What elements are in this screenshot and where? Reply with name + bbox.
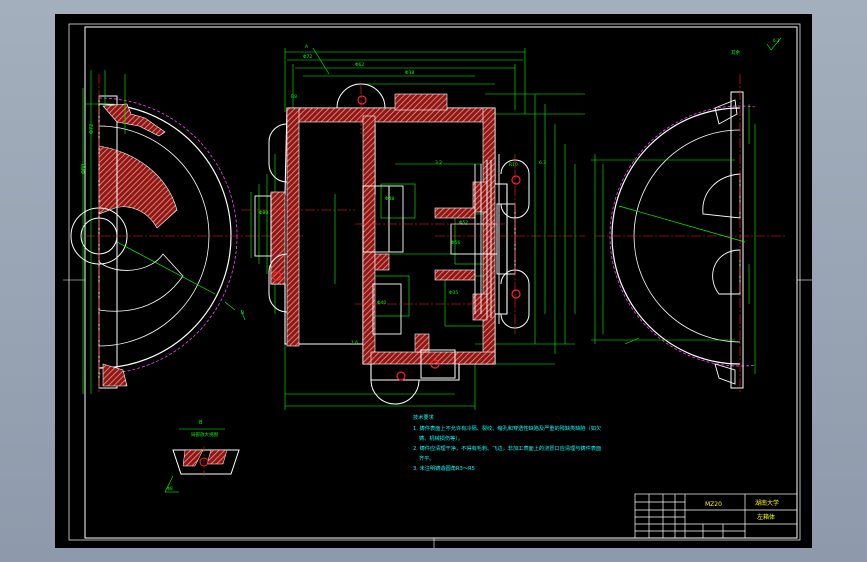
svg-text:Φ40: Φ40 — [377, 300, 386, 306]
svg-text:其余: 其余 — [731, 49, 740, 56]
drawing-number: MZ20 — [705, 501, 722, 508]
svg-text:Φ80: Φ80 — [259, 210, 268, 216]
svg-text:技术要求: 技术要求 — [413, 413, 435, 421]
svg-text:R8: R8 — [291, 94, 297, 100]
svg-text:3.2: 3.2 — [435, 160, 442, 166]
svg-text:铸、机械损伤等）。: 铸、机械损伤等）。 — [419, 434, 463, 442]
center-section-view: Φ72 Φ62 Φ38 Φ48 Φ40 Φ56 Φ52 Φ35 Φ80 R8 R… — [241, 44, 585, 410]
svg-text:齐平。: 齐平。 — [419, 454, 435, 462]
svg-text:Φ62: Φ62 — [355, 62, 364, 68]
svg-text:Φ38: Φ38 — [405, 70, 414, 76]
detail-view-b: B 局部放大视图 Φ8 — [164, 420, 240, 493]
svg-text:Φ8: Φ8 — [167, 486, 173, 491]
cad-viewport[interactable]: Φ80 Φ72 Φ72 Φ62 Φ38 Φ48 Φ40 Φ56 Φ52 Φ35 … — [55, 14, 812, 548]
svg-text:R10: R10 — [509, 162, 518, 168]
technical-requirements: 技术要求 1. 铸件表面上不允许有冷隔、裂纹、缩孔和穿透性缺陷及严重的残缺类缺陷… — [413, 413, 601, 472]
svg-text:1.6: 1.6 — [351, 340, 358, 346]
svg-text:Φ35: Φ35 — [449, 290, 458, 296]
left-side-view: Φ80 Φ72 — [70, 70, 305, 394]
svg-text:Φ72: Φ72 — [89, 124, 95, 134]
svg-text:2. 铸件应清理干净，不得有毛刺、飞边，非加工表面上的浇冒口: 2. 铸件应清理干净，不得有毛刺、飞边，非加工表面上的浇冒口应清理与铸件表面 — [413, 444, 601, 452]
svg-text:3. 未注明铸造圆角R3～R5: 3. 未注明铸造圆角R3～R5 — [413, 464, 475, 472]
svg-text:Φ52: Φ52 — [459, 220, 468, 226]
svg-text:B: B — [241, 310, 244, 316]
school-name: 湖南大学 — [755, 499, 779, 507]
svg-text:B: B — [199, 420, 203, 426]
part-name: 左箱体 — [757, 513, 775, 521]
svg-text:6.3: 6.3 — [539, 160, 546, 166]
svg-text:Φ48: Φ48 — [385, 196, 394, 202]
svg-text:局部放大视图: 局部放大视图 — [191, 431, 218, 438]
svg-text:A: A — [305, 44, 309, 50]
svg-text:Φ80: Φ80 — [81, 164, 87, 174]
svg-text:Φ56: Φ56 — [451, 240, 460, 246]
engineering-drawing: Φ80 Φ72 Φ72 Φ62 Φ38 Φ48 Φ40 Φ56 Φ52 Φ35 … — [63, 23, 812, 548]
right-side-view: 其余 6.3 — [591, 37, 785, 394]
svg-text:1. 铸件表面上不允许有冷隔、裂纹、缩孔和穿透性缺陷及严重的: 1. 铸件表面上不允许有冷隔、裂纹、缩孔和穿透性缺陷及严重的残缺类缺陷（如欠 — [413, 424, 601, 432]
svg-text:Φ72: Φ72 — [303, 54, 312, 60]
